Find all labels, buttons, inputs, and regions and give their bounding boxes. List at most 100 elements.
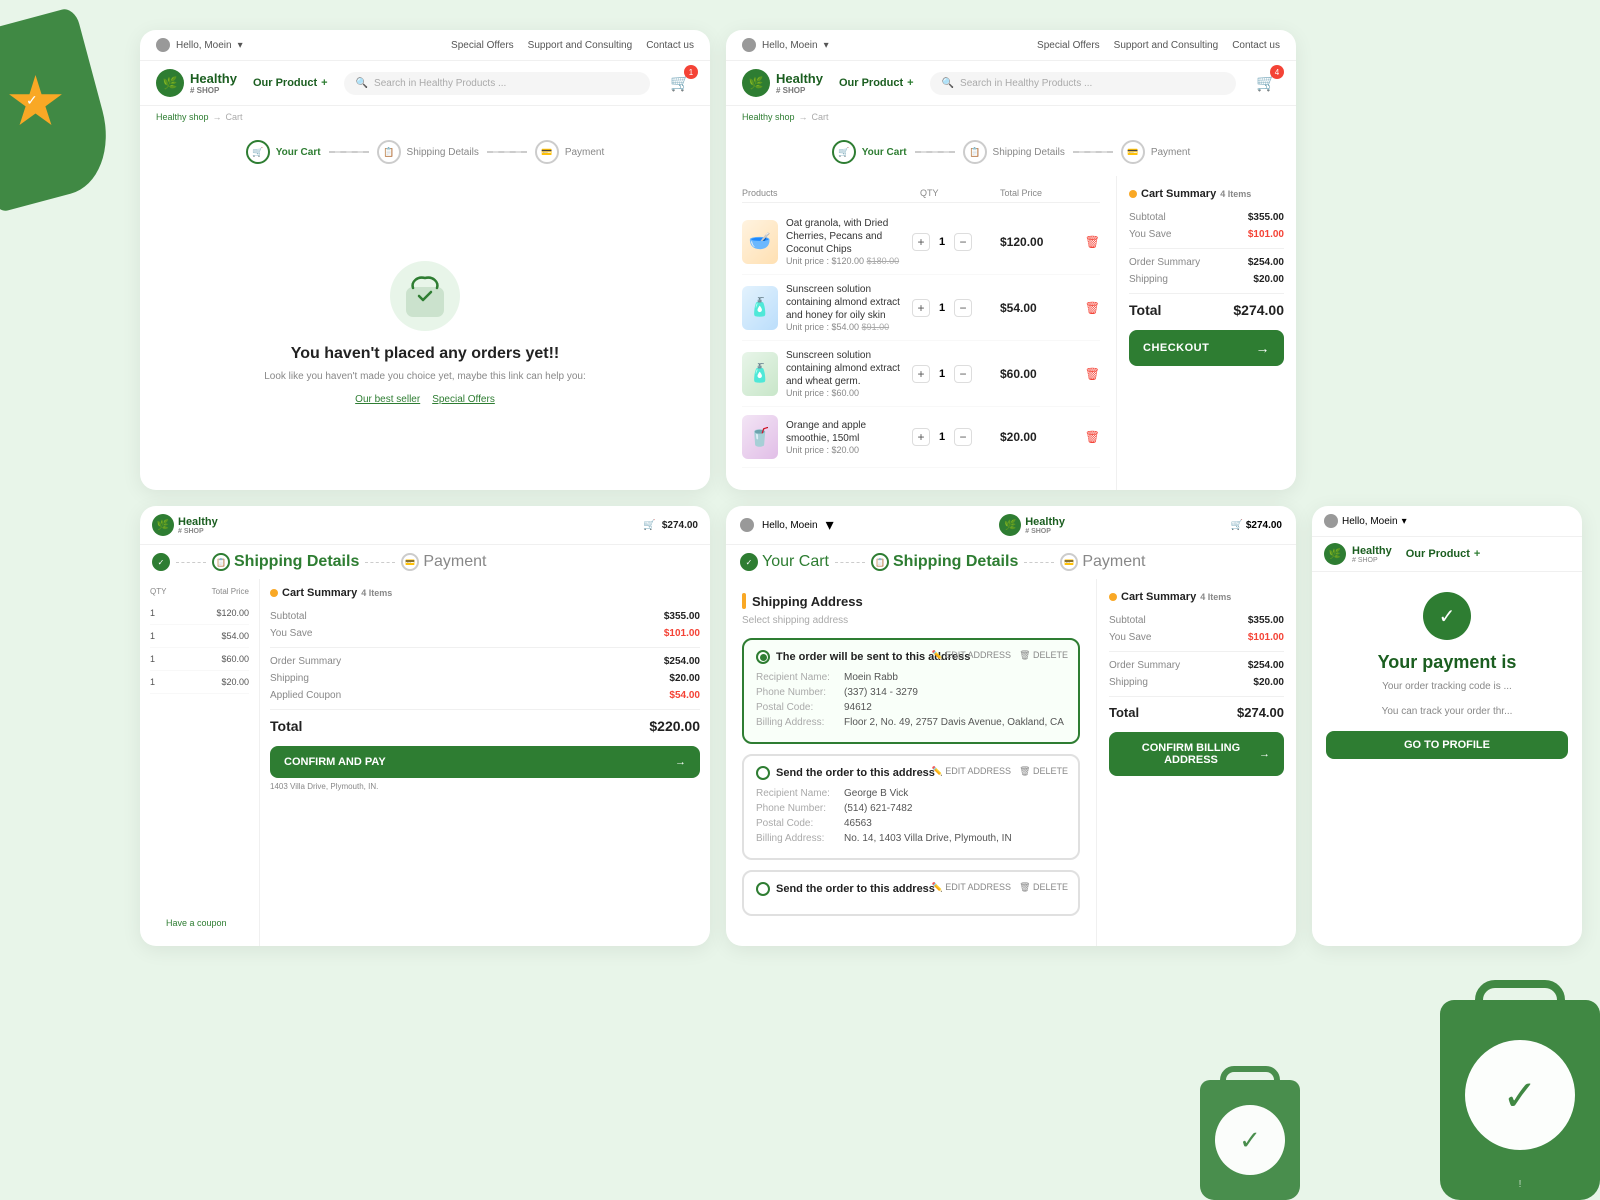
empty-cart-icon (390, 261, 460, 331)
logo-icon-1: 🌿 (156, 69, 184, 97)
qty-control-2: + 1 − (912, 299, 992, 317)
cart-summary-panel: Cart Summary 4 Items Subtotal $355.00 Yo… (1116, 176, 1296, 490)
search-icon-1: 🔍 (356, 78, 368, 89)
small-logo-3: 🌿 Healthy # SHOP (152, 514, 218, 536)
qty-minus-1[interactable]: + (912, 233, 930, 251)
best-seller-link[interactable]: Our best seller (355, 394, 420, 405)
summary-title-label: Cart Summary (1141, 188, 1216, 200)
user-avatar-icon-2 (742, 38, 756, 52)
checkout-button[interactable]: CHECKOUT → (1129, 330, 1284, 366)
shipping-address-card: Hello, Moein ▾ 🌿 Healthy # SHOP 🛒 $274.0… (726, 506, 1296, 946)
confirm-pay-button[interactable]: CONFIRM AND PAY → (270, 746, 700, 778)
address-card-2[interactable]: Send the order to this address ✏️ EDIT A… (742, 754, 1080, 860)
qty-val-1: 1 (936, 236, 948, 248)
delete-btn-2[interactable]: 🗑 (1085, 301, 1100, 315)
qty-plus-2[interactable]: − (954, 299, 972, 317)
qty-control-1: + 1 − (912, 233, 992, 251)
contact-link-2[interactable]: Contact us (1232, 40, 1280, 51)
address-card-3[interactable]: Send the order to this address ✏️ EDIT A… (742, 870, 1080, 916)
qty-control-3: + 1 − (912, 365, 992, 383)
empty-cart-links: Our best seller Special Offers (355, 394, 495, 405)
delete-btn-1[interactable]: 🗑 (1085, 235, 1100, 249)
summary-total-row: Total $274.00 (1129, 302, 1284, 318)
step-circle-cart: 🛒 (246, 140, 270, 164)
edit-address-icon-2[interactable]: ✏️ EDIT ADDRESS (932, 766, 1012, 777)
empty-cart-subtitle: Look like you haven't made you choice ye… (264, 371, 586, 382)
cart-content: Products QTY Total Price 🥣 Oat granola, … (726, 176, 1296, 490)
search-bar-1[interactable]: 🔍 Search in Healthy Products ... (344, 72, 650, 95)
delete-btn-4[interactable]: 🗑 (1085, 430, 1100, 444)
item-price-1: $120.00 (1000, 235, 1043, 249)
yellow-dot-icon (1129, 190, 1137, 198)
qty-val-2: 1 (936, 302, 948, 314)
payment-success-body: ✓ Your payment is Your order tracking co… (1312, 572, 1582, 946)
product-name-3: Sunscreen solution containing almond ext… (786, 349, 904, 388)
shipping-right-summary: Cart Summary 4 Items Subtotal $355.00 Yo… (1096, 579, 1296, 946)
qty-plus-4[interactable]: − (954, 428, 972, 446)
product-name-1: Oat granola, with Dried Cherries, Pecans… (786, 217, 904, 256)
arrow-icon-2: → (675, 756, 686, 768)
support-link-2[interactable]: Support and Consulting (1114, 40, 1219, 51)
step-payment-1: 💳 Payment (535, 140, 604, 164)
arrow-icon: → (1256, 340, 1271, 356)
step-label-cart: Your Cart (276, 147, 321, 158)
success-nav: Hello, Moein ▾ (1312, 506, 1582, 537)
special-offers-link-2[interactable]: Special Offers (432, 394, 495, 405)
support-link[interactable]: Support and Consulting (528, 40, 633, 51)
have-coupon-link[interactable]: Have a coupon (154, 910, 239, 936)
our-product-btn-2[interactable]: Our Product + (839, 77, 914, 89)
top-bar-2: Hello, Moein ▾ Special Offers Support an… (726, 30, 1296, 61)
table-row: 🥣 Oat granola, with Dried Cherries, Peca… (742, 209, 1100, 275)
breadcrumb-1: Healthy shop → Cart (140, 106, 710, 128)
nav-1: 🌿 Healthy # SHOP Our Product + 🔍 Search … (140, 61, 710, 106)
qty-minus-3[interactable]: + (912, 365, 930, 383)
qty-minus-2[interactable]: + (912, 299, 930, 317)
stepper-1: 🛒 Your Cart 📋 Shipping Details 💳 Payment (140, 128, 710, 176)
logo-2: 🌿 Healthy # SHOP (742, 69, 823, 97)
cart-icon-2[interactable]: 🛒 4 (1252, 69, 1280, 97)
address-card-1[interactable]: The order will be sent to this address ✏… (742, 638, 1080, 744)
qty-minus-4[interactable]: + (912, 428, 930, 446)
arrow-icon-3: → (1259, 748, 1270, 760)
brand-sub-2: # SHOP (776, 86, 823, 95)
qty-plus-3[interactable]: − (954, 365, 972, 383)
delete-address-icon-2[interactable]: 🗑 DELETE (1019, 766, 1068, 777)
table-row: 🥤 Orange and apple smoothie, 150ml Unit … (742, 407, 1100, 468)
delete-address-icon[interactable]: 🗑 DELETE (1019, 650, 1068, 661)
product-name-2: Sunscreen solution containing almond ext… (786, 283, 904, 322)
step-circle-shipping: 📋 (377, 140, 401, 164)
cart-icon-1[interactable]: 🛒 1 (666, 69, 694, 97)
our-product-btn-5[interactable]: Our Product + (1406, 548, 1481, 560)
chevron-icon: ▾ (238, 40, 243, 51)
go-to-profile-button[interactable]: GO TO PROFILE (1326, 731, 1568, 759)
contact-link[interactable]: Contact us (646, 40, 694, 51)
radio-unselected-icon-2 (756, 882, 770, 896)
empty-cart-body: You haven't placed any orders yet!! Look… (140, 176, 710, 490)
step-label-payment: Payment (565, 147, 604, 158)
special-offers-link[interactable]: Special Offers (451, 40, 514, 51)
payment-success-card: Hello, Moein ▾ 🌿 Healthy # SHOP Our Prod… (1312, 506, 1582, 946)
payment-check-icon: ✓ (1423, 592, 1471, 640)
confirm-billing-button[interactable]: CONFIRM BILLING ADDRESS → (1109, 732, 1284, 776)
delete-address-icon-3[interactable]: 🗑 DELETE (1019, 882, 1068, 893)
our-product-btn-1[interactable]: Our Product + (253, 77, 328, 89)
shipping-left: Shipping Address Select shipping address… (726, 579, 1096, 946)
edit-address-icon-3[interactable]: ✏️ EDIT ADDRESS (932, 882, 1012, 893)
step-cart-2: 🛒 Your Cart (832, 140, 907, 164)
radio-selected-icon (756, 650, 770, 664)
qty-plus-1[interactable]: − (954, 233, 972, 251)
delivery-address-text: 1403 Villa Drive, Plymouth, IN. (270, 782, 700, 791)
edit-address-icon[interactable]: ✏️ EDIT ADDRESS (932, 650, 1012, 661)
shipping-body: Shipping Address Select shipping address… (726, 579, 1296, 946)
cart-items-section: Products QTY Total Price 🥣 Oat granola, … (726, 176, 1116, 490)
shipping-payment-card: 🌿 Healthy # SHOP 🛒 $274.00 ✓ 📋 Shipping … (140, 506, 710, 946)
search-bar-2[interactable]: 🔍 Search in Healthy Products ... (930, 72, 1236, 95)
success-logo-nav: 🌿 Healthy # SHOP Our Product + (1312, 537, 1582, 572)
shipping-summary-panel: Cart Summary 4 Items Subtotal $355.00 Yo… (260, 579, 710, 946)
special-offers-link-3[interactable]: Special Offers (1037, 40, 1100, 51)
user-greeting-1: Hello, Moein (176, 40, 232, 51)
nav-2: 🌿 Healthy # SHOP Our Product + 🔍 Search … (726, 61, 1296, 106)
delete-btn-3[interactable]: 🗑 (1085, 367, 1100, 381)
user-greeting-2: Hello, Moein (762, 40, 818, 51)
qty-val-3: 1 (936, 368, 948, 380)
